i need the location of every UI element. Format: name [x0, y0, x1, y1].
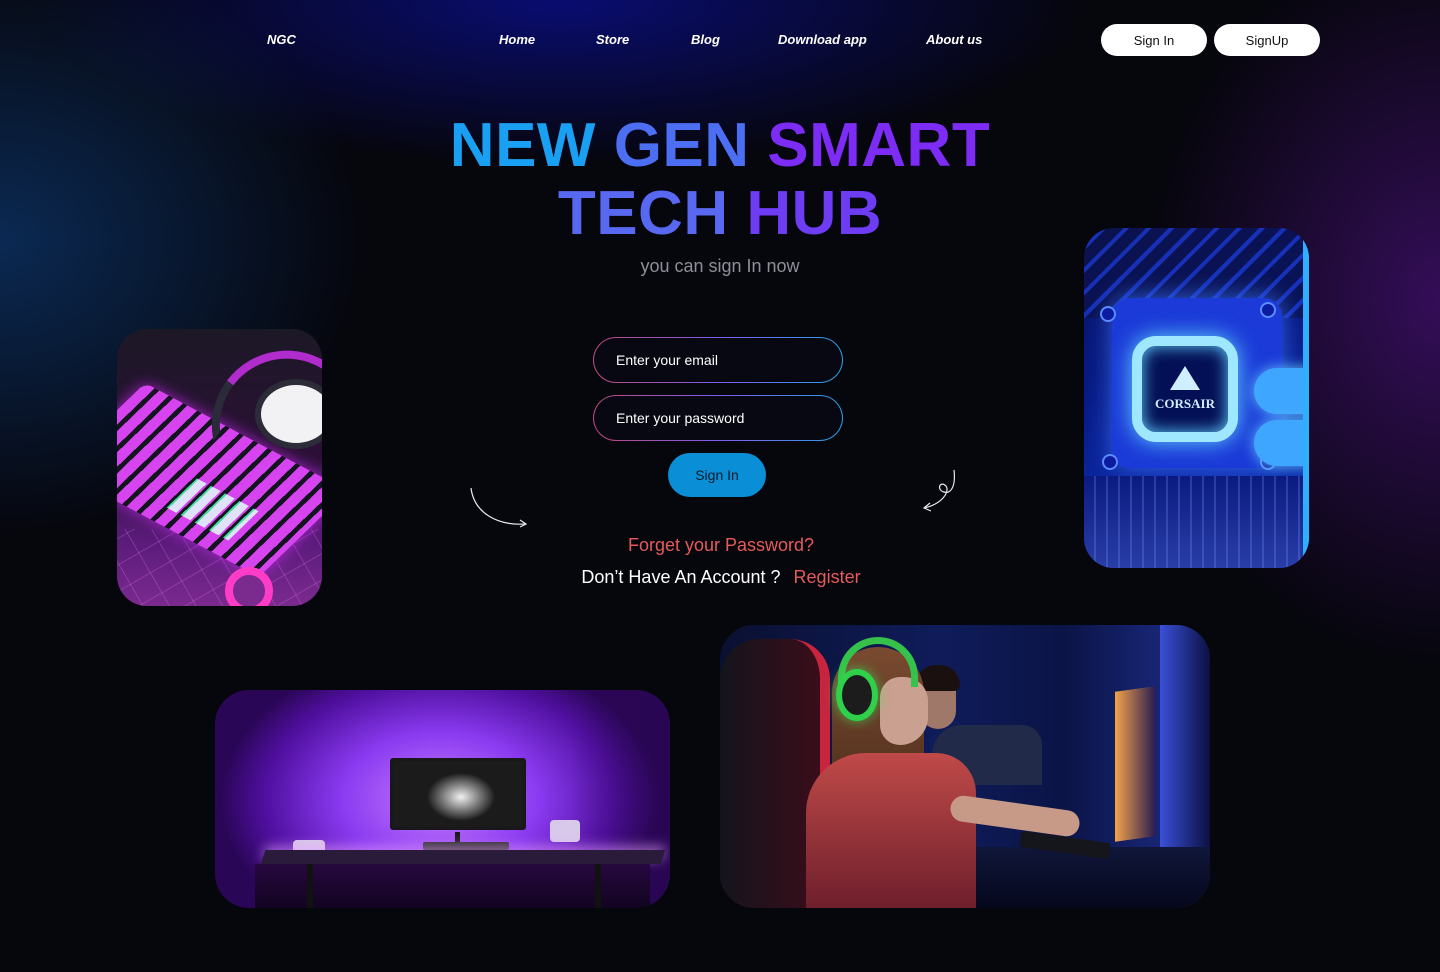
- coolant-tube: [1254, 420, 1309, 466]
- monitor-shape: [390, 758, 526, 830]
- nav-download-app[interactable]: Download app: [778, 32, 867, 47]
- screw-icon: [1100, 306, 1116, 322]
- header-sign-in-button[interactable]: Sign In: [1101, 24, 1207, 56]
- headphones-icon: [836, 669, 878, 721]
- desk-leg: [307, 864, 313, 908]
- motherboard: [1084, 476, 1309, 568]
- header-sign-up-button[interactable]: SignUp: [1214, 24, 1320, 56]
- hero-title-word: SMART: [767, 111, 991, 180]
- hero-title-word: HUB: [746, 179, 883, 248]
- desk-underside: [255, 864, 650, 908]
- nav-home[interactable]: Home: [499, 32, 535, 47]
- coolant-tube: [1254, 368, 1309, 414]
- screw-icon: [1260, 302, 1276, 318]
- monitor-shape: [1160, 625, 1210, 855]
- sign-in-submit-button[interactable]: Sign In: [668, 453, 766, 497]
- speaker-shape: [550, 820, 580, 842]
- hero-title-word: NEW: [449, 111, 596, 180]
- keyboard-shape: [423, 842, 509, 850]
- corsair-sail-icon: [1170, 366, 1200, 390]
- cooler-brand-label: CORSAIR: [1155, 396, 1215, 411]
- desk-setup-photo: [215, 690, 670, 908]
- hero-title-word: GEN: [613, 111, 750, 180]
- person-face: [880, 677, 928, 745]
- email-input[interactable]: [616, 352, 820, 368]
- nav-about-us[interactable]: About us: [926, 32, 982, 47]
- nav-store[interactable]: Store: [596, 32, 629, 47]
- nav-blog[interactable]: Blog: [691, 32, 720, 47]
- hero-title-word: TECH: [557, 179, 729, 248]
- hero-subtitle: you can sign In now: [640, 256, 800, 276]
- person-shape: [806, 753, 976, 908]
- hero-title: NEW GEN SMART TECH HUB: [340, 112, 1100, 248]
- desk-leg: [595, 864, 601, 908]
- cpu-cooler-photo: CORSAIR: [1084, 228, 1309, 568]
- curved-arrow-icon: [470, 487, 528, 528]
- desk-surface: [260, 850, 666, 864]
- password-input[interactable]: [616, 410, 820, 426]
- logo[interactable]: NGC: [267, 32, 296, 47]
- password-field-wrapper: [593, 395, 843, 441]
- led-rail: [1303, 228, 1309, 568]
- screw-icon: [1102, 454, 1118, 470]
- no-account-text: Don’t Have An Account ?: [581, 567, 781, 587]
- squiggle-arrow-icon: [922, 469, 955, 512]
- headset-earcup-shape: [255, 379, 322, 449]
- monitor-shape: [1115, 686, 1155, 842]
- gamers-photo: [720, 625, 1210, 908]
- forgot-password-link[interactable]: Forget your Password?: [560, 535, 882, 556]
- email-field-wrapper: [593, 337, 843, 383]
- keyboard-headset-photo: [117, 329, 322, 606]
- register-row: Don’t Have An Account ? Register: [540, 567, 902, 588]
- register-link[interactable]: Register: [794, 567, 861, 587]
